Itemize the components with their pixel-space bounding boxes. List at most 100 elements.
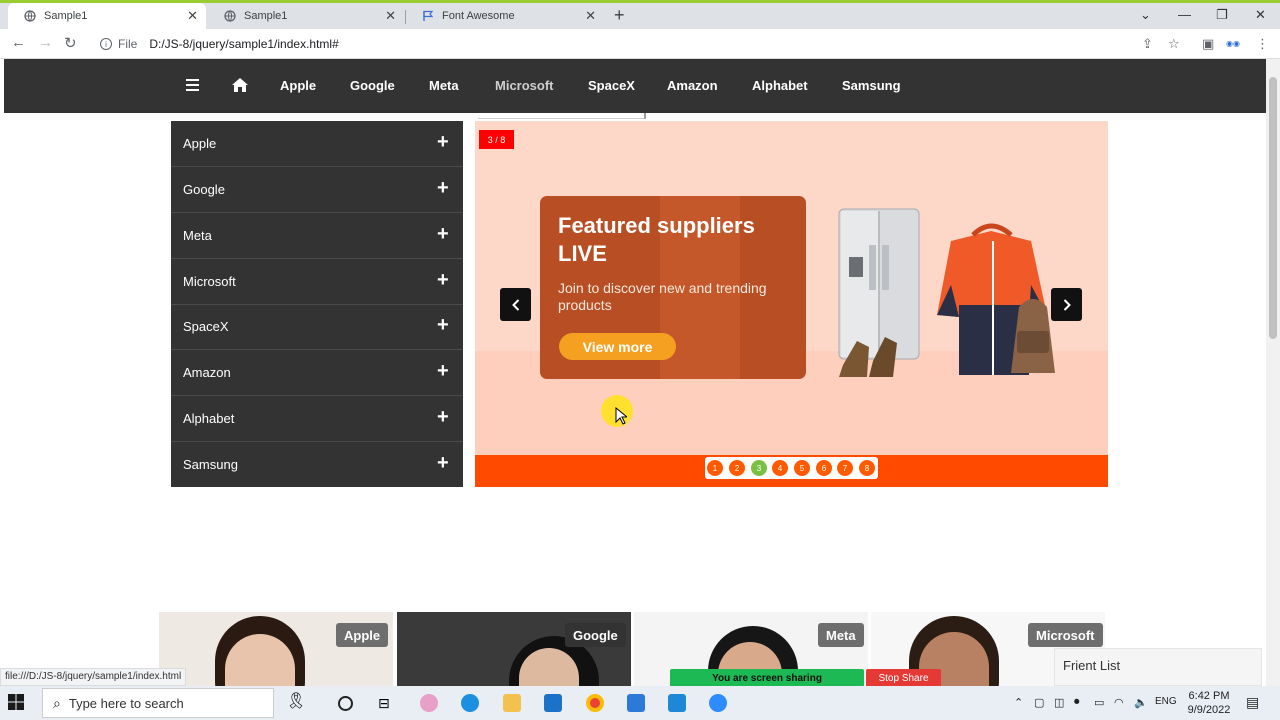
file-explorer-icon[interactable] [503,694,521,712]
tray-volume-icon[interactable]: 🔈 [1134,696,1148,709]
pagination-dot-8[interactable]: 8 [859,460,875,476]
sidebar-item-apple[interactable]: Apple + [171,121,463,167]
plus-icon[interactable]: + [437,406,449,429]
plus-icon[interactable]: + [437,452,449,475]
chevron-right-icon [1063,298,1071,311]
nav-item-meta[interactable]: Meta [429,78,459,93]
pagination-dot-5[interactable]: 5 [794,460,810,476]
sidebar-item-google[interactable]: Google + [171,167,463,213]
sidebar-item-label: Alphabet [183,411,235,426]
tray-language[interactable]: ENG [1155,696,1177,707]
minimize-icon[interactable]: — [1178,7,1191,22]
sidebar-item-samsung[interactable]: Samsung + [171,442,463,488]
url-text: D:/JS-8/jquery/sample1/index.html# [149,37,339,51]
prev-slide-button[interactable] [500,288,531,321]
home-icon[interactable] [232,78,248,97]
tray-battery-icon[interactable]: ▭ [1094,696,1104,709]
windows-start-icon[interactable] [8,694,24,715]
sidebar-item-microsoft[interactable]: Microsoft + [171,259,463,305]
nav-item-spacex[interactable]: SpaceX [588,78,635,93]
mail-icon[interactable] [544,694,562,712]
share-icon[interactable]: ⇪ [1142,36,1153,52]
tray-wifi-icon[interactable]: ◠ [1114,696,1124,709]
tray-chevron-up-icon[interactable]: ⌃ [1014,696,1023,709]
extension-icon[interactable]: ◉◉ [1226,39,1240,48]
pagination-dot-2[interactable]: 2 [729,460,745,476]
plus-icon[interactable]: + [437,269,449,292]
side-panel-icon[interactable]: ▣ [1202,36,1214,52]
globe-icon [224,10,236,22]
close-tab-icon[interactable]: ✕ [385,8,396,24]
sidebar-item-meta[interactable]: Meta + [171,213,463,259]
nav-item-google[interactable]: Google [350,78,395,93]
windows-taskbar: ⌕ Type here to search 🎗 ⊟ ⌃ ▢ ◫ ⏺ ▭ ◠ 🔈 … [0,686,1280,720]
sidebar-item-spacex[interactable]: SpaceX + [171,304,463,350]
snipping-tool-icon[interactable] [420,694,438,712]
nav-item-samsung[interactable]: Samsung [842,78,901,93]
mouse-cursor-icon [615,407,627,425]
close-tab-icon[interactable]: ✕ [585,8,596,24]
nav-item-amazon[interactable]: Amazon [667,78,718,93]
forward-arrow-icon[interactable]: → [38,34,53,51]
tab-search-chevron-icon[interactable]: ⌄ [1140,7,1151,23]
sidebar-item-alphabet[interactable]: Alphabet + [171,396,463,442]
tab-sample1[interactable]: Sample1 ✕ [208,3,404,29]
window-app-icon[interactable] [627,694,645,712]
next-slide-button[interactable] [1051,288,1082,321]
page-scrollbar[interactable] [1266,59,1280,686]
task-view-icon[interactable]: ⊟ [378,695,396,713]
plus-icon[interactable]: + [437,314,449,337]
pagination-dot-1[interactable]: 1 [707,460,723,476]
taskbar-search-input[interactable]: ⌕ Type here to search [42,688,274,718]
vscode-icon[interactable] [668,694,686,712]
tray-device-icon[interactable]: ◫ [1054,696,1064,709]
notification-icon[interactable]: ▤ [1246,694,1259,711]
scrollbar-thumb[interactable] [1269,77,1277,339]
tray-mic-icon[interactable]: ⏺ [1074,696,1080,709]
nav-item-apple[interactable]: Apple [280,78,316,93]
sidebar-item-amazon[interactable]: Amazon + [171,350,463,396]
hamburger-menu-icon[interactable] [186,79,199,91]
edge-browser-icon[interactable] [461,694,479,712]
bookmark-star-icon[interactable]: ☆ [1168,36,1180,52]
info-icon[interactable]: i [100,38,112,50]
url-scheme: File [118,37,138,51]
close-window-icon[interactable]: ✕ [1255,7,1266,23]
view-more-button[interactable]: View more [559,333,676,360]
stop-share-button[interactable]: Stop Share [866,669,941,687]
sidebar-item-label: SpaceX [183,319,229,334]
tab-sample1-active[interactable]: Sample1 ✕ [8,3,206,29]
cortana-icon[interactable] [338,696,353,711]
close-tab-icon[interactable]: ✕ [187,8,198,24]
plus-icon[interactable]: + [437,131,449,154]
zoom-icon[interactable] [709,694,727,712]
frient-list-panel[interactable]: Frient List [1054,648,1262,686]
sidebar-item-label: Amazon [183,365,231,380]
ribbon-icon[interactable]: 🎗 [286,691,306,710]
flag-icon [422,10,434,22]
nav-item-alphabet[interactable]: Alphabet [752,78,808,93]
url-field[interactable]: i File D:/JS-8/jquery/sample1/index.html… [92,32,1164,56]
profile-card-google[interactable]: Google [397,612,631,686]
nav-item-microsoft[interactable]: Microsoft [495,78,554,93]
pagination-dot-3[interactable]: 3 [751,460,767,476]
restore-icon[interactable]: ❐ [1216,7,1228,23]
plus-icon[interactable]: + [437,223,449,246]
tray-app-icon[interactable]: ▢ [1034,696,1044,709]
plus-icon[interactable]: + [437,177,449,200]
tab-font-awesome[interactable]: Font Awesome ✕ [406,3,604,29]
chrome-icon[interactable] [586,694,604,712]
slide-title: Featured suppliers LIVE [558,213,755,266]
reload-icon[interactable]: ↻ [64,34,77,52]
pagination-dot-6[interactable]: 6 [816,460,832,476]
new-tab-icon[interactable]: + [614,5,625,26]
taskbar-clock[interactable]: 6:42 PM 9/9/2022 [1186,689,1232,717]
profile-card-apple[interactable]: Apple [159,612,393,686]
pagination-dot-7[interactable]: 7 [837,460,853,476]
menu-kebab-icon[interactable]: ⋮ [1256,36,1269,52]
plus-icon[interactable]: + [437,360,449,383]
search-icon: ⌕ [53,694,61,711]
pagination-dot-4[interactable]: 4 [772,460,788,476]
back-arrow-icon[interactable]: ← [11,34,26,51]
tab-title: Sample1 [244,10,288,22]
